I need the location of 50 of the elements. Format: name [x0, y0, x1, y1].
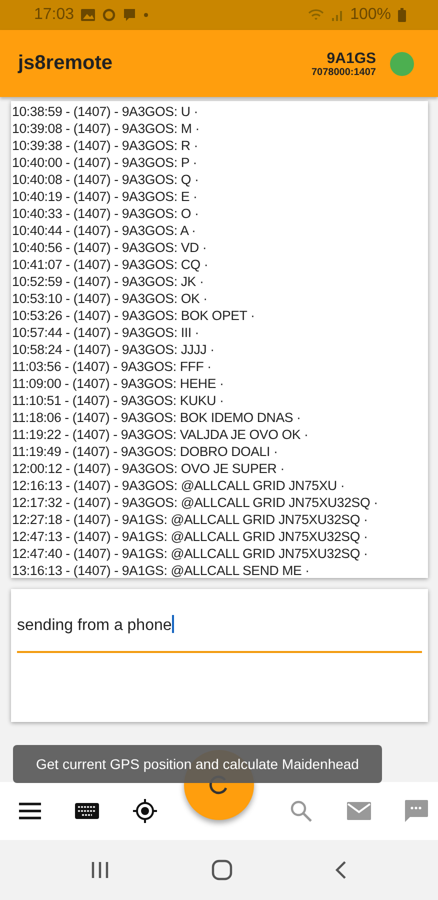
- keyboard-icon: [74, 801, 100, 821]
- log-line: 10:53:10 - (1407) - 9A3GOS: OK ·: [12, 290, 208, 307]
- location-button[interactable]: [130, 797, 159, 825]
- log-line: 10:57:44 - (1407) - 9A3GOS: III ·: [12, 324, 200, 341]
- tooltip: Get current GPS position and calculate Maidenhead: [13, 745, 382, 783]
- recents-icon[interactable]: [90, 860, 110, 880]
- battery-percent: 100%: [350, 6, 391, 24]
- log-line: 11:19:49 - (1407) - 9A3GOS: DOBRO DOALI ·: [12, 443, 279, 460]
- log-line: 12:27:18 - (1407) - 9A1GS: @ALLCALL GRID JN75XU32SQ ·: [12, 511, 369, 528]
- chat-icon: [402, 799, 429, 823]
- log-line: 12:16:13 - (1407) - 9A3GOS: @ALLCALL GRID JN75XU ·: [12, 477, 346, 494]
- home-icon[interactable]: [210, 859, 233, 881]
- search-icon: [289, 799, 314, 823]
- battery-icon: [398, 8, 406, 22]
- clock: 17:03: [34, 6, 74, 24]
- log-line: 10:40:44 - (1407) - 9A3GOS: A ·: [12, 222, 197, 239]
- log-line: 10:41:07 - (1407) - 9A3GOS: CQ ·: [12, 256, 210, 273]
- log-line: 11:19:22 - (1407) - 9A3GOS: VALJDA JE OVO OK ·: [12, 426, 310, 443]
- image-icon: [81, 9, 96, 21]
- log-line: 11:03:56 - (1407) - 9A3GOS: FFF ·: [12, 358, 212, 375]
- log-line: 12:17:32 - (1407) - 9A3GOS: @ALLCALL GRID JN75XU32SQ ·: [12, 494, 379, 511]
- app-title: js8remote: [18, 52, 112, 75]
- crosshair-icon: [132, 798, 158, 824]
- frequency: 7078000:1407: [311, 66, 376, 78]
- signal-icon: [331, 9, 344, 21]
- log-line: 10:40:00 - (1407) - 9A3GOS: P ·: [12, 154, 198, 171]
- mail-icon: [346, 801, 372, 821]
- log-line: 10:58:24 - (1407) - 9A3GOS: JJJJ ·: [12, 341, 216, 358]
- menu-icon: [18, 802, 42, 820]
- log-line: 11:18:06 - (1407) - 9A3GOS: BOK IDEMO DNAS ·: [12, 409, 302, 426]
- callsign: 9A1GS: [326, 50, 376, 66]
- log-line: 10:40:56 - (1407) - 9A3GOS: VD ·: [12, 239, 208, 256]
- log-line: 12:00:12 - (1407) - 9A3GOS: OVO JE SUPER ·: [12, 460, 286, 477]
- log-line: 10:52:59 - (1407) - 9A3GOS: JK ·: [12, 273, 205, 290]
- chat-icon: [123, 8, 136, 22]
- log-line: 10:39:38 - (1407) - 9A3GOS: R ·: [12, 137, 199, 154]
- log-line: 10:39:08 - (1407) - 9A3GOS: M ·: [12, 120, 200, 137]
- dot-icon: [143, 12, 150, 18]
- log-line: 10:38:59 - (1407) - 9A3GOS: U ·: [12, 103, 199, 120]
- log-line: 12:47:40 - (1407) - 9A1GS: @ALLCALL GRID JN75XU32SQ ·: [12, 545, 369, 562]
- wifi-icon: [308, 9, 324, 21]
- log-line: 10:40:33 - (1407) - 9A3GOS: O ·: [12, 205, 200, 222]
- log-line: 11:10:51 - (1407) - 9A3GOS: KUKU ·: [12, 392, 225, 409]
- log-line: 12:47:13 - (1407) - 9A1GS: @ALLCALL GRID JN75XU32SQ ·: [12, 528, 369, 545]
- log-line: 11:09:00 - (1407) - 9A3GOS: HEHE ·: [12, 375, 225, 392]
- back-icon[interactable]: [334, 860, 348, 880]
- log-line: 10:40:08 - (1407) - 9A3GOS: Q ·: [12, 171, 200, 188]
- log-line: 10:53:26 - (1407) - 9A3GOS: BOK OPET ·: [12, 307, 256, 324]
- log-line: 13:16:13 - (1407) - 9A1GS: @ALLCALL SEND ME ·: [12, 562, 310, 578]
- log-line: 10:40:19 - (1407) - 9A3GOS: E ·: [12, 188, 198, 205]
